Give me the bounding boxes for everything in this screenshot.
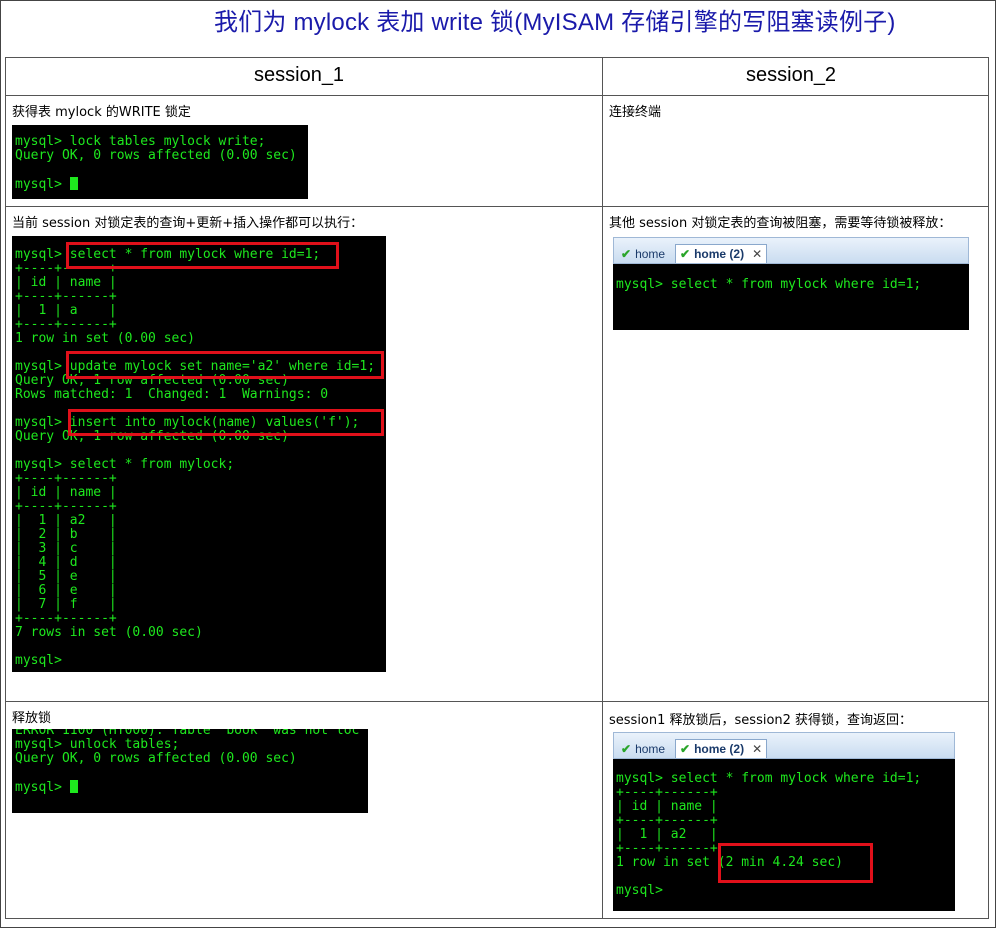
row3-session1-caption: 释放锁 [12,711,52,726]
check-icon: ✔ [621,741,632,756]
tab-home[interactable]: ✔ home [617,244,669,263]
terminal-tab-bar: ✔ home ✔ home (2) ✕ [613,732,955,759]
highlight-insert [68,409,384,436]
terminal-text: ERROR 1100 (HY000): Table 'book' was not… [15,729,360,795]
terminal-session2-blocked: mysql> select * from mylock where id=1; [613,264,969,330]
check-icon: ✔ [621,246,632,261]
column-divider [602,57,603,919]
row-divider [5,701,989,702]
column-header-session-2: session_2 [746,64,837,86]
row3-session2-caption: session1 释放锁后，session2 获得锁，查询返回： [609,713,913,728]
page-title: 我们为 mylock 表加 write 锁(MyISAM 存储引擎的写阻塞读例子… [214,9,896,36]
cursor-icon [69,177,78,190]
terminal-session2-result: mysql> select * from mylock where id=1; … [613,759,955,911]
row1-session1-caption: 获得表 mylock 的WRITE 锁定 [12,105,191,120]
cursor-icon [69,780,78,793]
terminal-unlock: ERROR 1100 (HY000): Table 'book' was not… [12,729,368,813]
terminal-lock-write: mysql> lock tables mylock write; Query O… [12,125,308,199]
highlight-select [66,242,339,269]
highlight-elapsed-time [718,843,873,883]
row-divider [5,206,989,207]
highlight-update [66,351,384,379]
column-header-session-1: session_1 [254,64,345,86]
terminal-text: mysql> lock tables mylock write; Query O… [15,134,297,192]
close-icon[interactable]: ✕ [752,742,762,756]
row1-session2-caption: 连接终端 [609,105,662,120]
terminal-text: mysql> select * from mylock where id=1; … [15,247,376,668]
tab-home-2[interactable]: ✔ home (2) ✕ [675,739,768,758]
tab-label: home (2) [694,247,745,261]
tab-label: home [635,741,666,756]
terminal-session1-operations: mysql> select * from mylock where id=1; … [12,236,386,672]
row2-session2-caption: 其他 session 对锁定表的查询被阻塞，需要等待锁被释放： [609,216,952,231]
terminal-text: mysql> select * from mylock where id=1; [616,277,922,292]
tab-label: home (2) [694,742,745,756]
tab-home[interactable]: ✔ home [617,739,669,758]
tab-home-2[interactable]: ✔ home (2) ✕ [675,244,768,263]
terminal-tab-bar: ✔ home ✔ home (2) ✕ [613,237,969,264]
check-icon: ✔ [680,742,691,756]
check-icon: ✔ [680,247,691,261]
close-icon[interactable]: ✕ [752,247,762,261]
row2-session1-caption: 当前 session 对锁定表的查询+更新+插入操作都可以执行： [12,216,364,231]
header-divider [5,95,989,96]
tab-label: home [635,246,666,261]
